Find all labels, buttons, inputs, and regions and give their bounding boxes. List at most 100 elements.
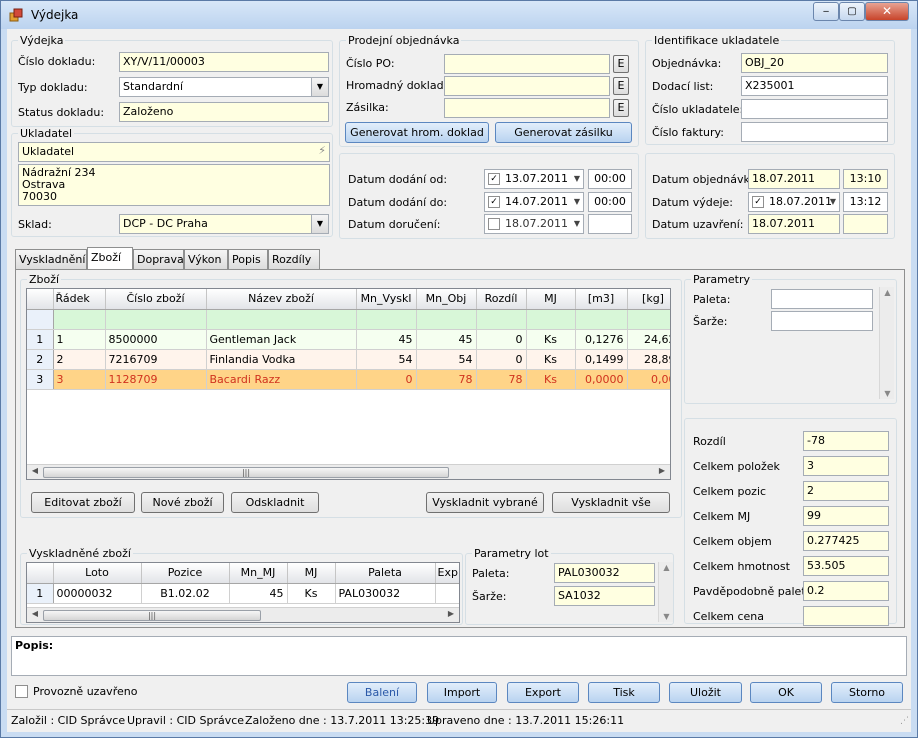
col-loto[interactable]: Loto (53, 563, 142, 584)
lot-vertical-scrollbar[interactable]: ▲ ▼ (658, 562, 673, 622)
souhrn-value[interactable] (803, 606, 889, 626)
souhrn-value[interactable]: -78 (803, 431, 889, 451)
col-m3[interactable]: [m3] (575, 289, 628, 310)
import-button[interactable]: Import (427, 682, 497, 703)
datum-doruceni-picker[interactable]: 18.07.2011 ▼ (484, 214, 584, 234)
checkbox-checked-icon[interactable]: ✓ (488, 196, 500, 208)
resize-grip-icon[interactable]: ⋰ (900, 716, 909, 726)
baleni-button[interactable]: Balení (347, 682, 417, 703)
datum-uzavreni-time[interactable] (843, 214, 888, 234)
chevron-down-icon[interactable]: ▼ (830, 193, 836, 211)
filter-cell[interactable] (105, 309, 207, 330)
vyskladnene-horizontal-scrollbar[interactable]: ◀ ||| ▶ (27, 607, 459, 622)
tab-doprava[interactable]: Doprava (133, 249, 184, 269)
scroll-thumb[interactable]: ||| (43, 467, 449, 478)
col-mn-mj[interactable]: Mn_MJ (229, 563, 288, 584)
col-nazev-zbozi[interactable]: Název zboží (206, 289, 357, 310)
col-kg[interactable]: [kg] (627, 289, 670, 310)
datum-dodani-od-picker[interactable]: ✓ 13.07.2011 ▼ (484, 169, 584, 189)
vyskladnit-vybrane-button[interactable]: Vyskladnit vybrané (426, 492, 544, 513)
datum-vydeje-picker[interactable]: ✓ 18.07.2011 ▼ (748, 192, 840, 212)
cislo-faktury-field[interactable] (741, 122, 888, 142)
filter-cell[interactable] (206, 309, 357, 330)
filter-cell[interactable] (526, 309, 576, 330)
storno-button[interactable]: Storno (831, 682, 903, 703)
scroll-down-icon[interactable]: ▼ (880, 389, 895, 398)
souhrn-value[interactable]: 0.277425 (803, 531, 889, 551)
odskladnit-button[interactable]: Odskladnit (231, 492, 319, 513)
nove-zbozi-button[interactable]: Nové zboží (141, 492, 224, 513)
minimize-button[interactable]: ‒ (813, 2, 839, 21)
souhrn-value[interactable]: 53.505 (803, 556, 889, 576)
restore-button[interactable]: ▢ (839, 2, 865, 21)
chevron-down-icon[interactable]: ▼ (574, 193, 580, 211)
cislo-dokladu-field[interactable]: XY/V/11/00003 (119, 52, 329, 72)
table-row[interactable]: 3 3 1128709 Bacardi Razz 0 78 78 Ks 0,00… (27, 369, 670, 390)
tab-zbozi[interactable]: Zboží (87, 247, 133, 269)
checkbox-checked-icon[interactable]: ✓ (752, 196, 764, 208)
col-mj[interactable]: MJ (287, 563, 336, 584)
tab-vyskladneni[interactable]: Vyskladnění (15, 249, 87, 269)
checkbox-unchecked-icon[interactable] (488, 218, 500, 230)
datum-dodani-do-picker[interactable]: ✓ 14.07.2011 ▼ (484, 192, 584, 212)
export-button[interactable]: Export (507, 682, 579, 703)
filter-cell[interactable] (627, 309, 670, 330)
zasilka-field[interactable] (444, 98, 610, 118)
sklad-select[interactable]: DCP - DC Praha ▼ (119, 214, 329, 234)
chevron-down-icon[interactable]: ▼ (574, 215, 580, 233)
col-radek[interactable]: Řádek (53, 289, 106, 310)
vyskladnit-vse-button[interactable]: Vyskladnit vše (552, 492, 670, 513)
filter-cell[interactable] (53, 309, 106, 330)
col-cislo-zbozi[interactable]: Číslo zboží (105, 289, 207, 310)
chevron-down-icon[interactable]: ▼ (574, 170, 580, 188)
datum-objednavky-time[interactable]: 13:10 (843, 169, 888, 189)
zbozi-grid[interactable]: Řádek Číslo zboží Název zboží Mn_Vyskl M… (26, 288, 671, 480)
table-row[interactable]: 1 00000032 B1.02.02 45 Ks PAL030032 (27, 583, 459, 604)
scroll-right-icon[interactable]: ▶ (656, 466, 668, 475)
scroll-up-icon[interactable]: ▲ (659, 563, 674, 572)
filter-cell[interactable] (356, 309, 417, 330)
scroll-down-icon[interactable]: ▼ (659, 612, 674, 621)
checkbox-checked-icon[interactable]: ✓ (488, 173, 500, 185)
scroll-left-icon[interactable]: ◀ (29, 609, 41, 618)
po-e-button[interactable]: E (613, 55, 629, 73)
datum-vydeje-time[interactable]: 13:12 (843, 192, 888, 212)
table-row[interactable]: 2 2 7216709 Finlandia Vodka 54 54 0 Ks 0… (27, 349, 670, 370)
tab-rozdily[interactable]: Rozdíly (268, 249, 320, 269)
generovat-zasilku-button[interactable]: Generovat zásilku (495, 122, 632, 143)
filter-cell[interactable] (575, 309, 628, 330)
col-rozdil[interactable]: Rozdíl (476, 289, 527, 310)
popis-box[interactable]: Popis: (11, 636, 907, 676)
objednavka-field[interactable]: OBJ_20 (741, 53, 888, 73)
hrom-e-button[interactable]: E (613, 77, 629, 95)
typ-dokladu-select[interactable]: Standardní ▼ (119, 77, 329, 97)
zasilka-e-button[interactable]: E (613, 99, 629, 117)
vyskladnene-grid[interactable]: Loto Pozice Mn_MJ MJ Paleta Expir 1 0000… (26, 562, 460, 623)
col-mj[interactable]: MJ (526, 289, 576, 310)
col-paleta[interactable]: Paleta (335, 563, 436, 584)
close-button[interactable]: ✕ (865, 2, 909, 21)
dodaci-list-field[interactable]: X235001 (741, 76, 888, 96)
scroll-thumb[interactable]: ||| (43, 610, 261, 621)
tab-vykon[interactable]: Výkon (184, 249, 228, 269)
sarze-field[interactable] (771, 311, 873, 331)
filter-cell[interactable] (476, 309, 527, 330)
ok-button[interactable]: OK (750, 682, 822, 703)
datum-dodani-od-time[interactable]: 00:00 (588, 169, 632, 189)
datum-doruceni-time[interactable] (588, 214, 632, 234)
datum-objednavky-field[interactable]: 18.07.2011 (748, 169, 840, 189)
cislo-po-field[interactable] (444, 54, 610, 74)
provozne-uzavreno-checkbox[interactable] (15, 685, 28, 698)
parametry-vertical-scrollbar[interactable]: ▲ ▼ (879, 287, 894, 399)
chevron-down-icon[interactable]: ▼ (311, 78, 328, 96)
col-mn-obj[interactable]: Mn_Obj (416, 289, 477, 310)
datum-dodani-do-time[interactable]: 00:00 (588, 192, 632, 212)
lightning-icon[interactable]: ⚡ (318, 144, 326, 158)
ukladatel-field[interactable]: Ukladatel ⚡ (18, 142, 330, 162)
souhrn-value[interactable]: 99 (803, 506, 889, 526)
scroll-left-icon[interactable]: ◀ (29, 466, 41, 475)
table-row[interactable]: 1 1 8500000 Gentleman Jack 45 45 0 Ks 0,… (27, 329, 670, 350)
col-expir[interactable]: Expir (435, 563, 459, 584)
scroll-up-icon[interactable]: ▲ (880, 288, 895, 297)
col-pozice[interactable]: Pozice (141, 563, 230, 584)
